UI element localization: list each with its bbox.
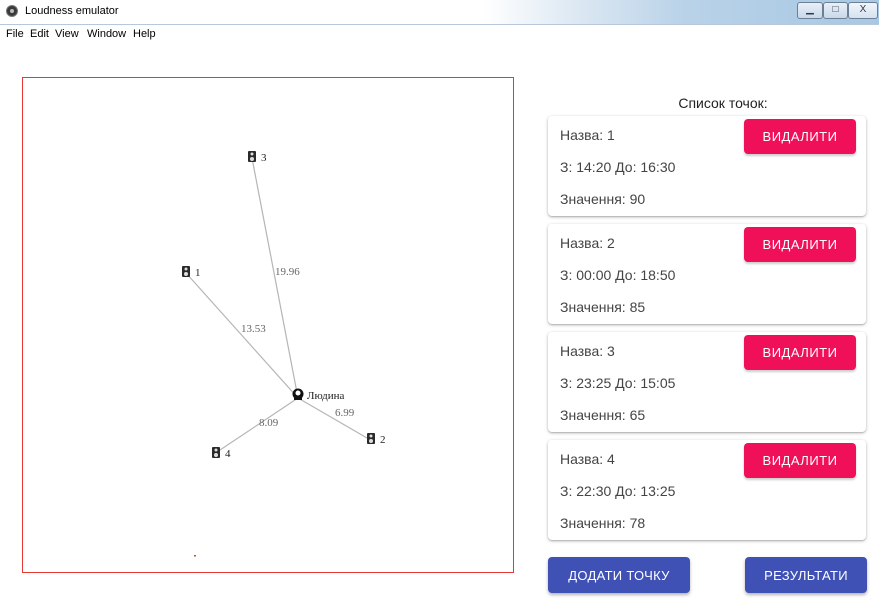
menu-edit[interactable]: Edit (30, 28, 49, 40)
point-name: Назва: 3 (560, 343, 615, 359)
menu-view[interactable]: View (55, 28, 79, 40)
person-icon (292, 388, 304, 400)
point-value: Значення: 90 (560, 191, 646, 207)
map-point-2[interactable]: 2 (367, 433, 386, 446)
speaker-icon (182, 266, 190, 277)
point-value: Значення: 65 (560, 407, 646, 423)
point-time: З: 14:20 До: 16:30 (560, 159, 676, 175)
line-to-point-4 (216, 397, 299, 453)
menu-window[interactable]: Window (87, 28, 126, 40)
distance-label-2: 6.99 (335, 407, 355, 419)
close-button[interactable]: X (848, 2, 878, 19)
canvas-marker (194, 555, 196, 557)
delete-point-button-2[interactable]: ВИДАЛИТИ (744, 227, 856, 262)
line-to-point-2 (297, 397, 368, 439)
add-point-button[interactable]: ДОДАТИ ТОЧКУ (548, 557, 690, 593)
map-point-label-1: 1 (195, 267, 201, 279)
point-time: З: 00:00 До: 18:50 (560, 267, 676, 283)
delete-point-button-1[interactable]: ВИДАЛИТИ (744, 119, 856, 154)
map-point-label-4: 4 (225, 448, 231, 460)
speaker-icon (212, 447, 220, 458)
point-time: З: 23:25 До: 15:05 (560, 375, 676, 391)
map-person[interactable]: Людина (292, 388, 345, 403)
delete-point-button-3[interactable]: ВИДАЛИТИ (744, 335, 856, 370)
results-button[interactable]: РЕЗУЛЬТАТИ (745, 557, 867, 593)
menu-file[interactable]: File (6, 28, 24, 40)
point-name: Назва: 4 (560, 451, 615, 467)
minimize-button[interactable]: ▁ (797, 2, 823, 19)
map-point-1[interactable]: 1 (182, 266, 201, 279)
person-label: Людина (307, 390, 344, 402)
map-canvas[interactable]: 13.53 6.99 19.96 8.09 1 2 3 4 Людина (22, 77, 514, 573)
distance-label-1: 13.53 (241, 323, 266, 335)
line-to-point-1 (185, 272, 299, 399)
menu-bar: File Edit View Window Help (0, 25, 879, 43)
point-value: Значення: 78 (560, 515, 646, 531)
points-list-title: Список точок: (678, 95, 768, 111)
map-svg[interactable]: 13.53 6.99 19.96 8.09 1 2 3 4 Людина (23, 78, 513, 572)
map-point-3[interactable]: 3 (248, 151, 267, 164)
point-card-3: Назва: 3 З: 23:25 До: 15:05 Значення: 65… (548, 332, 866, 432)
point-time: З: 22:30 До: 13:25 (560, 483, 676, 499)
delete-point-button-4[interactable]: ВИДАЛИТИ (744, 443, 856, 478)
point-card-4: Назва: 4 З: 22:30 До: 13:25 Значення: 78… (548, 440, 866, 540)
line-to-point-3 (251, 157, 299, 399)
point-card-2: Назва: 2 З: 00:00 До: 18:50 Значення: 85… (548, 224, 866, 324)
title-bar: Loudness emulator ▁ □ X (0, 0, 879, 25)
distance-label-4: 8.09 (259, 417, 279, 429)
point-name: Назва: 2 (560, 235, 615, 251)
map-point-label-3: 3 (261, 152, 267, 164)
maximize-button[interactable]: □ (823, 2, 848, 19)
window-title: Loudness emulator (25, 5, 119, 17)
menu-help[interactable]: Help (133, 28, 156, 40)
speaker-icon (367, 433, 375, 444)
point-name: Назва: 1 (560, 127, 615, 143)
distance-label-3: 19.96 (275, 266, 300, 278)
map-point-label-2: 2 (380, 434, 386, 446)
speaker-icon (248, 151, 256, 162)
point-value: Значення: 85 (560, 299, 646, 315)
point-card-1: Назва: 1 З: 14:20 До: 16:30 Значення: 90… (548, 116, 866, 216)
app-icon (6, 5, 18, 17)
